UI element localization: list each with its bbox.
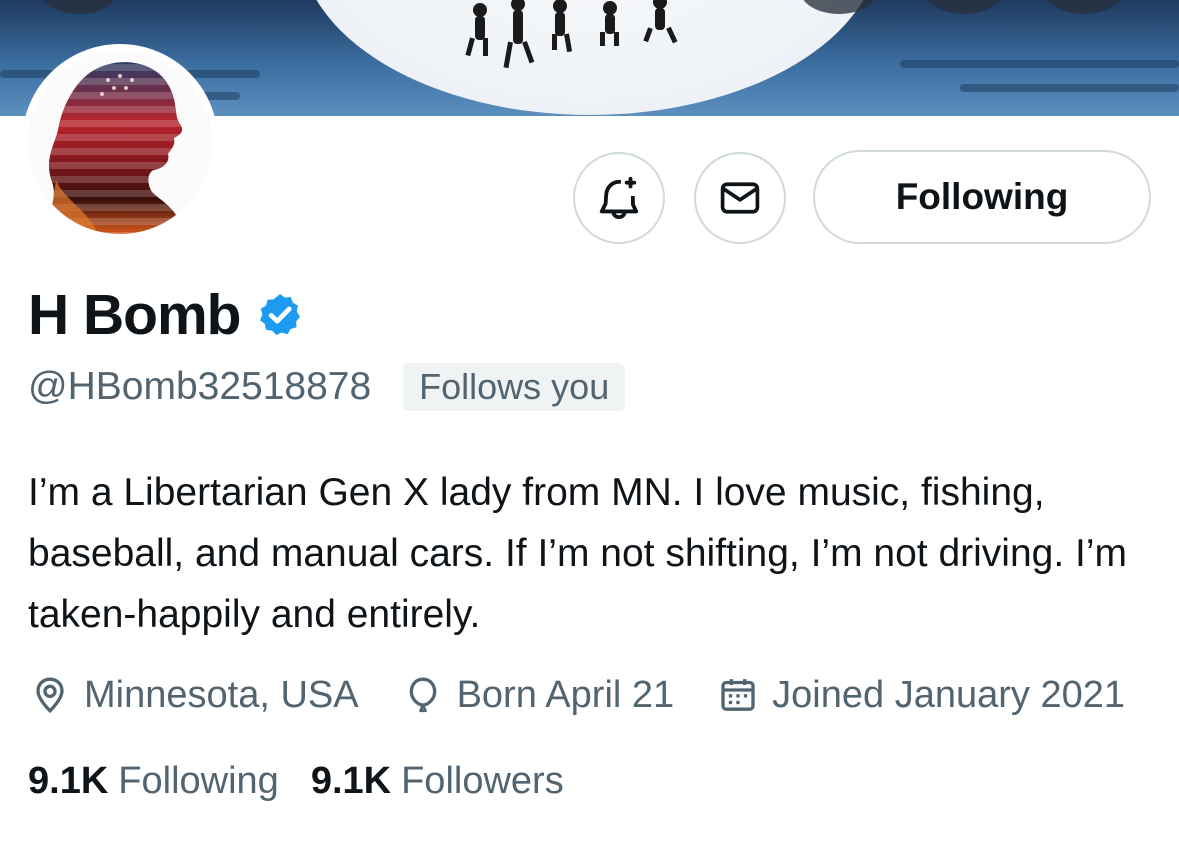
balloon-icon bbox=[409, 677, 436, 713]
followers-stat[interactable]: 9.1K Followers bbox=[311, 756, 564, 806]
notifications-button[interactable] bbox=[573, 152, 665, 244]
verified-badge-icon[interactable] bbox=[256, 291, 304, 339]
followers-count: 9.1K bbox=[310, 760, 392, 802]
location-pin-icon bbox=[36, 677, 64, 714]
follow-stats: 9.1K Following 9.1K Followers bbox=[28, 756, 564, 806]
envelope-icon bbox=[720, 182, 760, 214]
avatar-image bbox=[28, 50, 212, 234]
joined-text: Joined January 2021 bbox=[772, 674, 1125, 716]
banner-cloud bbox=[900, 60, 1179, 68]
banner-dancers-silhouette bbox=[465, 0, 678, 69]
profile-bio: I’m a Libertarian Gen X lady from MN. I … bbox=[28, 471, 1127, 636]
joined-item: Joined January 2021 bbox=[718, 670, 1125, 720]
profile-avatar[interactable] bbox=[22, 44, 218, 240]
follows-you-badge: Follows you bbox=[403, 363, 626, 411]
birthday-text: Born April 21 bbox=[456, 674, 675, 716]
handle-row: @HBomb32518878 Follows you bbox=[28, 362, 626, 412]
location-item: Minnesota, USA bbox=[30, 670, 359, 720]
name-row: H Bomb bbox=[28, 282, 304, 348]
banner-button-shadow bbox=[40, 0, 118, 14]
banner-button-shadow bbox=[1045, 0, 1123, 14]
message-button[interactable] bbox=[694, 152, 786, 244]
location-text: Minnesota, USA bbox=[84, 674, 359, 716]
following-label: Following bbox=[118, 760, 279, 802]
bell-plus-icon bbox=[599, 176, 639, 220]
calendar-icon bbox=[721, 679, 755, 711]
birthday-item: Born April 21 bbox=[403, 670, 675, 720]
following-stat[interactable]: 9.1K Following bbox=[28, 756, 279, 806]
profile-page: Following H Bomb @HBomb32518878 Follows … bbox=[0, 0, 1179, 849]
following-count: 9.1K bbox=[28, 760, 109, 802]
banner-cloud bbox=[960, 84, 1179, 92]
banner-button-shadow bbox=[925, 0, 1003, 14]
display-name: H Bomb bbox=[28, 283, 241, 347]
user-handle: @HBomb32518878 bbox=[28, 365, 372, 408]
followers-label: Followers bbox=[401, 760, 564, 802]
profile-meta: Minnesota, USA Born April 21 Joined Janu… bbox=[30, 670, 1125, 720]
following-button[interactable]: Following bbox=[813, 150, 1151, 244]
